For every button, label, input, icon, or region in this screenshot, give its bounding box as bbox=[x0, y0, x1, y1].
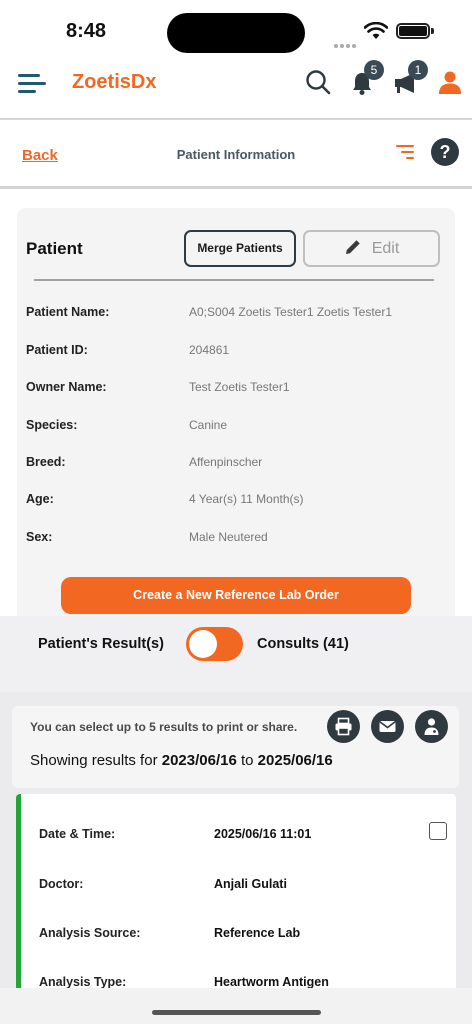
date-range-text: Showing results for 2023/06/16 to 2025/0… bbox=[30, 752, 333, 769]
result-label: Analysis Type: bbox=[39, 975, 127, 989]
info-value: 4 Year(s) 11 Month(s) bbox=[189, 492, 304, 506]
wifi-icon bbox=[364, 22, 388, 39]
result-value: Reference Lab bbox=[214, 926, 301, 940]
info-value: Affenpinscher bbox=[189, 455, 263, 469]
result-row-date-time: Date & Time: 2025/06/16 11:01 bbox=[39, 827, 439, 847]
help-icon[interactable]: ? bbox=[431, 138, 459, 166]
filter-icon[interactable] bbox=[396, 144, 414, 160]
sub-header-divider bbox=[0, 186, 472, 189]
print-button[interactable] bbox=[327, 710, 360, 743]
info-row-age: Age: 4 Year(s) 11 Month(s) bbox=[26, 492, 446, 512]
result-value: Heartworm Antigen bbox=[214, 975, 329, 989]
date-separator: to bbox=[236, 752, 258, 769]
info-row-patient-id: Patient ID: 204861 bbox=[26, 343, 446, 363]
result-label: Analysis Source: bbox=[39, 926, 141, 940]
search-icon[interactable] bbox=[305, 69, 331, 95]
envelope-icon bbox=[379, 720, 396, 732]
info-label: Age: bbox=[26, 492, 54, 506]
result-value: 2025/06/16 11:01 bbox=[214, 827, 312, 841]
signal-icon bbox=[334, 35, 358, 53]
home-indicator[interactable] bbox=[152, 1010, 321, 1015]
result-row-doctor: Doctor: Anjali Gulati bbox=[39, 877, 439, 897]
user-icon[interactable] bbox=[438, 70, 462, 94]
info-row-owner-name: Owner Name: Test Zoetis Tester1 bbox=[26, 380, 446, 400]
info-label: Sex: bbox=[26, 530, 53, 544]
edit-button-label: Edit bbox=[371, 240, 400, 257]
sub-header: Back Patient Information ? bbox=[0, 120, 472, 186]
battery-icon bbox=[396, 23, 430, 39]
app-header: ZoetisDx 5 1 bbox=[0, 58, 472, 118]
menu-icon[interactable] bbox=[18, 68, 46, 96]
info-row-breed: Breed: Affenpinscher bbox=[26, 455, 446, 475]
result-label: Date & Time: bbox=[39, 827, 116, 841]
notifications-badge: 5 bbox=[364, 60, 384, 80]
info-label: Species: bbox=[26, 418, 78, 432]
result-label: Doctor: bbox=[39, 877, 84, 891]
printer-icon bbox=[335, 717, 352, 736]
info-row-species: Species: Canine bbox=[26, 418, 446, 438]
info-label: Owner Name: bbox=[26, 380, 107, 394]
results-selection-bar: You can select up to 5 results to print … bbox=[12, 706, 459, 788]
info-row-patient-name: Patient Name: A0;S004 Zoetis Tester1 Zoe… bbox=[26, 305, 446, 325]
result-card[interactable]: Date & Time: 2025/06/16 11:01 Doctor: An… bbox=[16, 794, 456, 994]
status-time: 8:48 bbox=[66, 20, 107, 42]
notifications-button[interactable]: 5 bbox=[350, 60, 384, 96]
dynamic-island bbox=[167, 13, 305, 53]
result-value: Anjali Gulati bbox=[214, 877, 287, 891]
announcements-badge: 1 bbox=[408, 60, 428, 80]
date-from: 2023/06/16 bbox=[161, 752, 237, 769]
announcements-button[interactable]: 1 bbox=[394, 60, 428, 96]
date-to: 2025/06/16 bbox=[257, 752, 333, 769]
patient-results-label: Patient's Result(s) bbox=[38, 636, 164, 652]
battery-tip bbox=[431, 28, 434, 34]
result-row-analysis-source: Analysis Source: Reference Lab bbox=[39, 926, 439, 946]
edit-button[interactable]: Edit bbox=[303, 230, 440, 267]
patient-card-title: Patient bbox=[26, 239, 83, 258]
create-reference-lab-order-button[interactable]: Create a New Reference Lab Order bbox=[61, 577, 411, 614]
info-row-sex: Sex: Male Neutered bbox=[26, 530, 446, 550]
doctor-icon bbox=[424, 718, 439, 735]
info-value: Male Neutered bbox=[189, 530, 268, 544]
info-label: Patient Name: bbox=[26, 305, 110, 319]
results-consults-toggle[interactable] bbox=[186, 627, 243, 661]
info-value: 204861 bbox=[189, 343, 230, 357]
merge-patients-button[interactable]: Merge Patients bbox=[184, 230, 296, 267]
patient-card: Patient Merge Patients Edit Patient Name… bbox=[17, 208, 455, 616]
status-bar: 8:48 bbox=[0, 0, 472, 58]
toggle-knob bbox=[189, 630, 217, 658]
info-label: Breed: bbox=[26, 455, 66, 469]
brand-logo: ZoetisDx bbox=[72, 71, 157, 93]
consults-label: Consults (41) bbox=[257, 636, 349, 652]
info-value: Test Zoetis Tester1 bbox=[189, 380, 290, 394]
email-button[interactable] bbox=[371, 710, 404, 743]
select-hint: You can select up to 5 results to print … bbox=[30, 720, 298, 734]
results-toggle-bar: Patient's Result(s) Consults (41) bbox=[0, 616, 472, 692]
showing-prefix: Showing results for bbox=[30, 752, 162, 769]
share-with-vet-button[interactable] bbox=[415, 710, 448, 743]
info-value: A0;S004 Zoetis Tester1 Zoetis Tester1 bbox=[189, 305, 392, 319]
info-value: Canine bbox=[189, 418, 228, 432]
pencil-icon bbox=[345, 240, 360, 254]
home-indicator-area bbox=[0, 988, 472, 1024]
card-divider bbox=[34, 279, 434, 281]
info-label: Patient ID: bbox=[26, 343, 88, 357]
